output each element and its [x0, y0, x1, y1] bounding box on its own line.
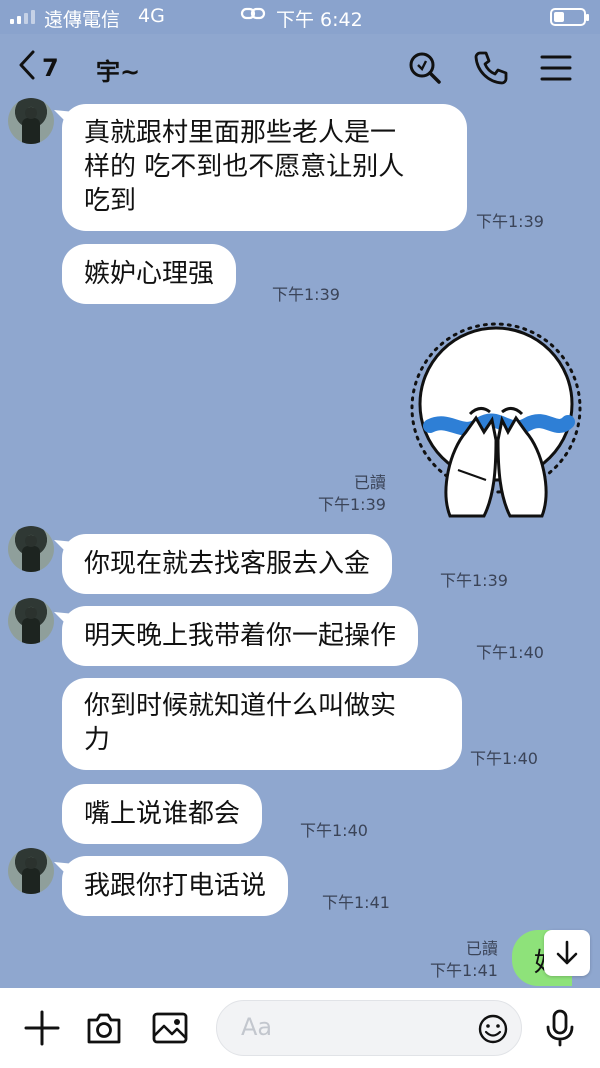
message-bubble[interactable]: 你到时候就知道什么叫做实 力: [62, 678, 462, 770]
message-time: 下午1:39: [440, 571, 508, 590]
message-bubble[interactable]: 真就跟村里面那些老人是一 样的 吃不到也不愿意让别人 吃到: [62, 104, 467, 231]
crying-face-sticker[interactable]: [410, 320, 586, 520]
read-label: 已讀: [465, 939, 498, 958]
message-text: 嘴上说谁都会: [84, 799, 241, 829]
arrow-down-icon: [556, 940, 578, 965]
message-text: 你到时候就知道什么叫做实: [84, 691, 397, 721]
chevron-left-icon: [16, 48, 38, 88]
link-icon: [240, 4, 266, 29]
image-icon[interactable]: [150, 1008, 190, 1048]
message-time: 下午1:40: [300, 821, 368, 840]
carrier-name: 遠傳電信: [44, 9, 121, 31]
message-bubble[interactable]: 嘴上说谁都会: [62, 784, 263, 844]
message-text: 样的 吃不到也不愿意让别人: [84, 152, 405, 182]
message-text: 力: [84, 725, 111, 755]
emoji-icon[interactable]: [477, 1013, 509, 1045]
input-placeholder: Aa: [241, 1013, 273, 1041]
message-bubble[interactable]: 我跟你打电话说: [62, 856, 289, 916]
plus-icon[interactable]: [22, 1008, 62, 1048]
status-bar: 遠傳電信 4G 下午 6:42: [0, 0, 600, 34]
message-time: 下午1:40: [470, 749, 538, 768]
message-time: 下午1:39: [318, 495, 386, 514]
message-text: 真就跟村里面那些老人是一: [84, 118, 397, 148]
signal-icon: [10, 10, 35, 24]
message-bubble[interactable]: 明天晚上我带着你一起操作: [62, 606, 419, 666]
avatar[interactable]: [8, 598, 54, 644]
search-icon[interactable]: [405, 48, 445, 88]
chat-title: 宇~: [96, 58, 141, 86]
menu-icon[interactable]: [536, 48, 576, 88]
unread-count: 7: [42, 54, 59, 82]
battery-icon: [550, 8, 589, 26]
message-text: 嫉妒心理强: [84, 259, 215, 289]
back-button[interactable]: 7: [16, 48, 59, 88]
scroll-to-bottom-button[interactable]: [544, 930, 590, 976]
avatar[interactable]: [8, 526, 54, 572]
message-time: 下午1:41: [430, 961, 498, 980]
clock: 下午 6:42: [276, 9, 363, 31]
message-time: 下午1:40: [476, 643, 544, 662]
avatar[interactable]: [8, 848, 54, 894]
microphone-icon[interactable]: [540, 1008, 580, 1048]
message-time: 下午1:41: [322, 893, 390, 912]
chat-header: 7 宇~: [0, 34, 600, 100]
message-text: 你现在就去找客服去入金: [84, 549, 371, 579]
message-input[interactable]: Aa: [216, 1000, 522, 1056]
network-type: 4G: [138, 5, 165, 27]
message-text: 我跟你打电话说: [84, 871, 267, 901]
message-text: 吃到: [84, 186, 137, 216]
input-bar: Aa: [0, 988, 600, 1068]
message-bubble[interactable]: 嫉妒心理强: [62, 244, 237, 304]
camera-icon[interactable]: [84, 1008, 124, 1048]
message-time: 下午1:39: [272, 285, 340, 304]
read-receipt: 已讀 下午1:41: [430, 938, 498, 982]
phone-icon[interactable]: [471, 48, 511, 88]
avatar[interactable]: [8, 98, 54, 144]
message-bubble[interactable]: 你现在就去找客服去入金: [62, 534, 393, 594]
message-text: 明天晚上我带着你一起操作: [84, 621, 397, 651]
message-time: 下午1:39: [476, 212, 544, 231]
read-receipt: 已讀 下午1:39: [318, 472, 386, 516]
read-label: 已讀: [353, 473, 386, 492]
